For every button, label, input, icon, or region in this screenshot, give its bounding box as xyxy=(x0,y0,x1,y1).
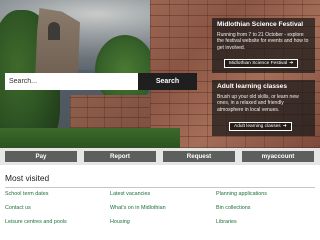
promo-title: Midlothian Science Festival xyxy=(217,21,304,28)
promo-button-label: Midlothian Science Festival xyxy=(229,61,288,66)
action-bar: Pay Report Request myaccount xyxy=(0,148,320,165)
link-libraries[interactable]: Libraries xyxy=(216,219,237,225)
castle-ruin xyxy=(35,8,80,80)
link-school-term-dates[interactable]: School term dates xyxy=(5,191,48,197)
myaccount-button[interactable]: myaccount xyxy=(242,151,314,162)
promo-panel-adult-learning: Adult learning classes Brush up your old… xyxy=(212,80,315,136)
most-visited-heading: Most visited xyxy=(5,173,50,183)
most-visited-section: Most visited School term dates Latest va… xyxy=(0,165,320,240)
link-latest-vacancies[interactable]: Latest vacancies xyxy=(110,191,150,197)
link-housing[interactable]: Housing xyxy=(110,219,130,225)
promo-button-label: Adult learning classes xyxy=(234,124,281,129)
promo-text: Running from 7 to 21 October - explore t… xyxy=(217,32,309,51)
grass xyxy=(0,128,180,148)
science-festival-button[interactable]: Midlothian Science Festival ➜ xyxy=(224,59,299,68)
link-planning-applications[interactable]: Planning applications xyxy=(216,191,267,197)
promo-title: Adult learning classes xyxy=(217,83,287,90)
adult-learning-button[interactable]: Adult learning classes ➜ xyxy=(229,122,292,131)
pay-button[interactable]: Pay xyxy=(5,151,77,162)
promo-panel-science-festival: Midlothian Science Festival Running from… xyxy=(212,18,315,73)
link-leisure-centres[interactable]: Leisure centres and pools xyxy=(5,219,67,225)
divider xyxy=(5,187,315,188)
external-link-icon: ➜ xyxy=(289,60,294,66)
link-whats-on[interactable]: What's on in Midlothian xyxy=(110,205,166,211)
ruin-window xyxy=(48,22,60,40)
link-bin-collections[interactable]: Bin collections xyxy=(216,205,250,211)
search-input[interactable] xyxy=(5,73,138,90)
external-link-icon: ➜ xyxy=(282,123,287,129)
promo-text: Brush up your old skills, or learn new o… xyxy=(217,94,299,113)
search-button[interactable]: Search xyxy=(138,73,197,90)
request-button[interactable]: Request xyxy=(163,151,235,162)
report-button[interactable]: Report xyxy=(84,151,156,162)
link-contact-us[interactable]: Contact us xyxy=(5,205,31,211)
search-form: Search xyxy=(5,73,197,90)
